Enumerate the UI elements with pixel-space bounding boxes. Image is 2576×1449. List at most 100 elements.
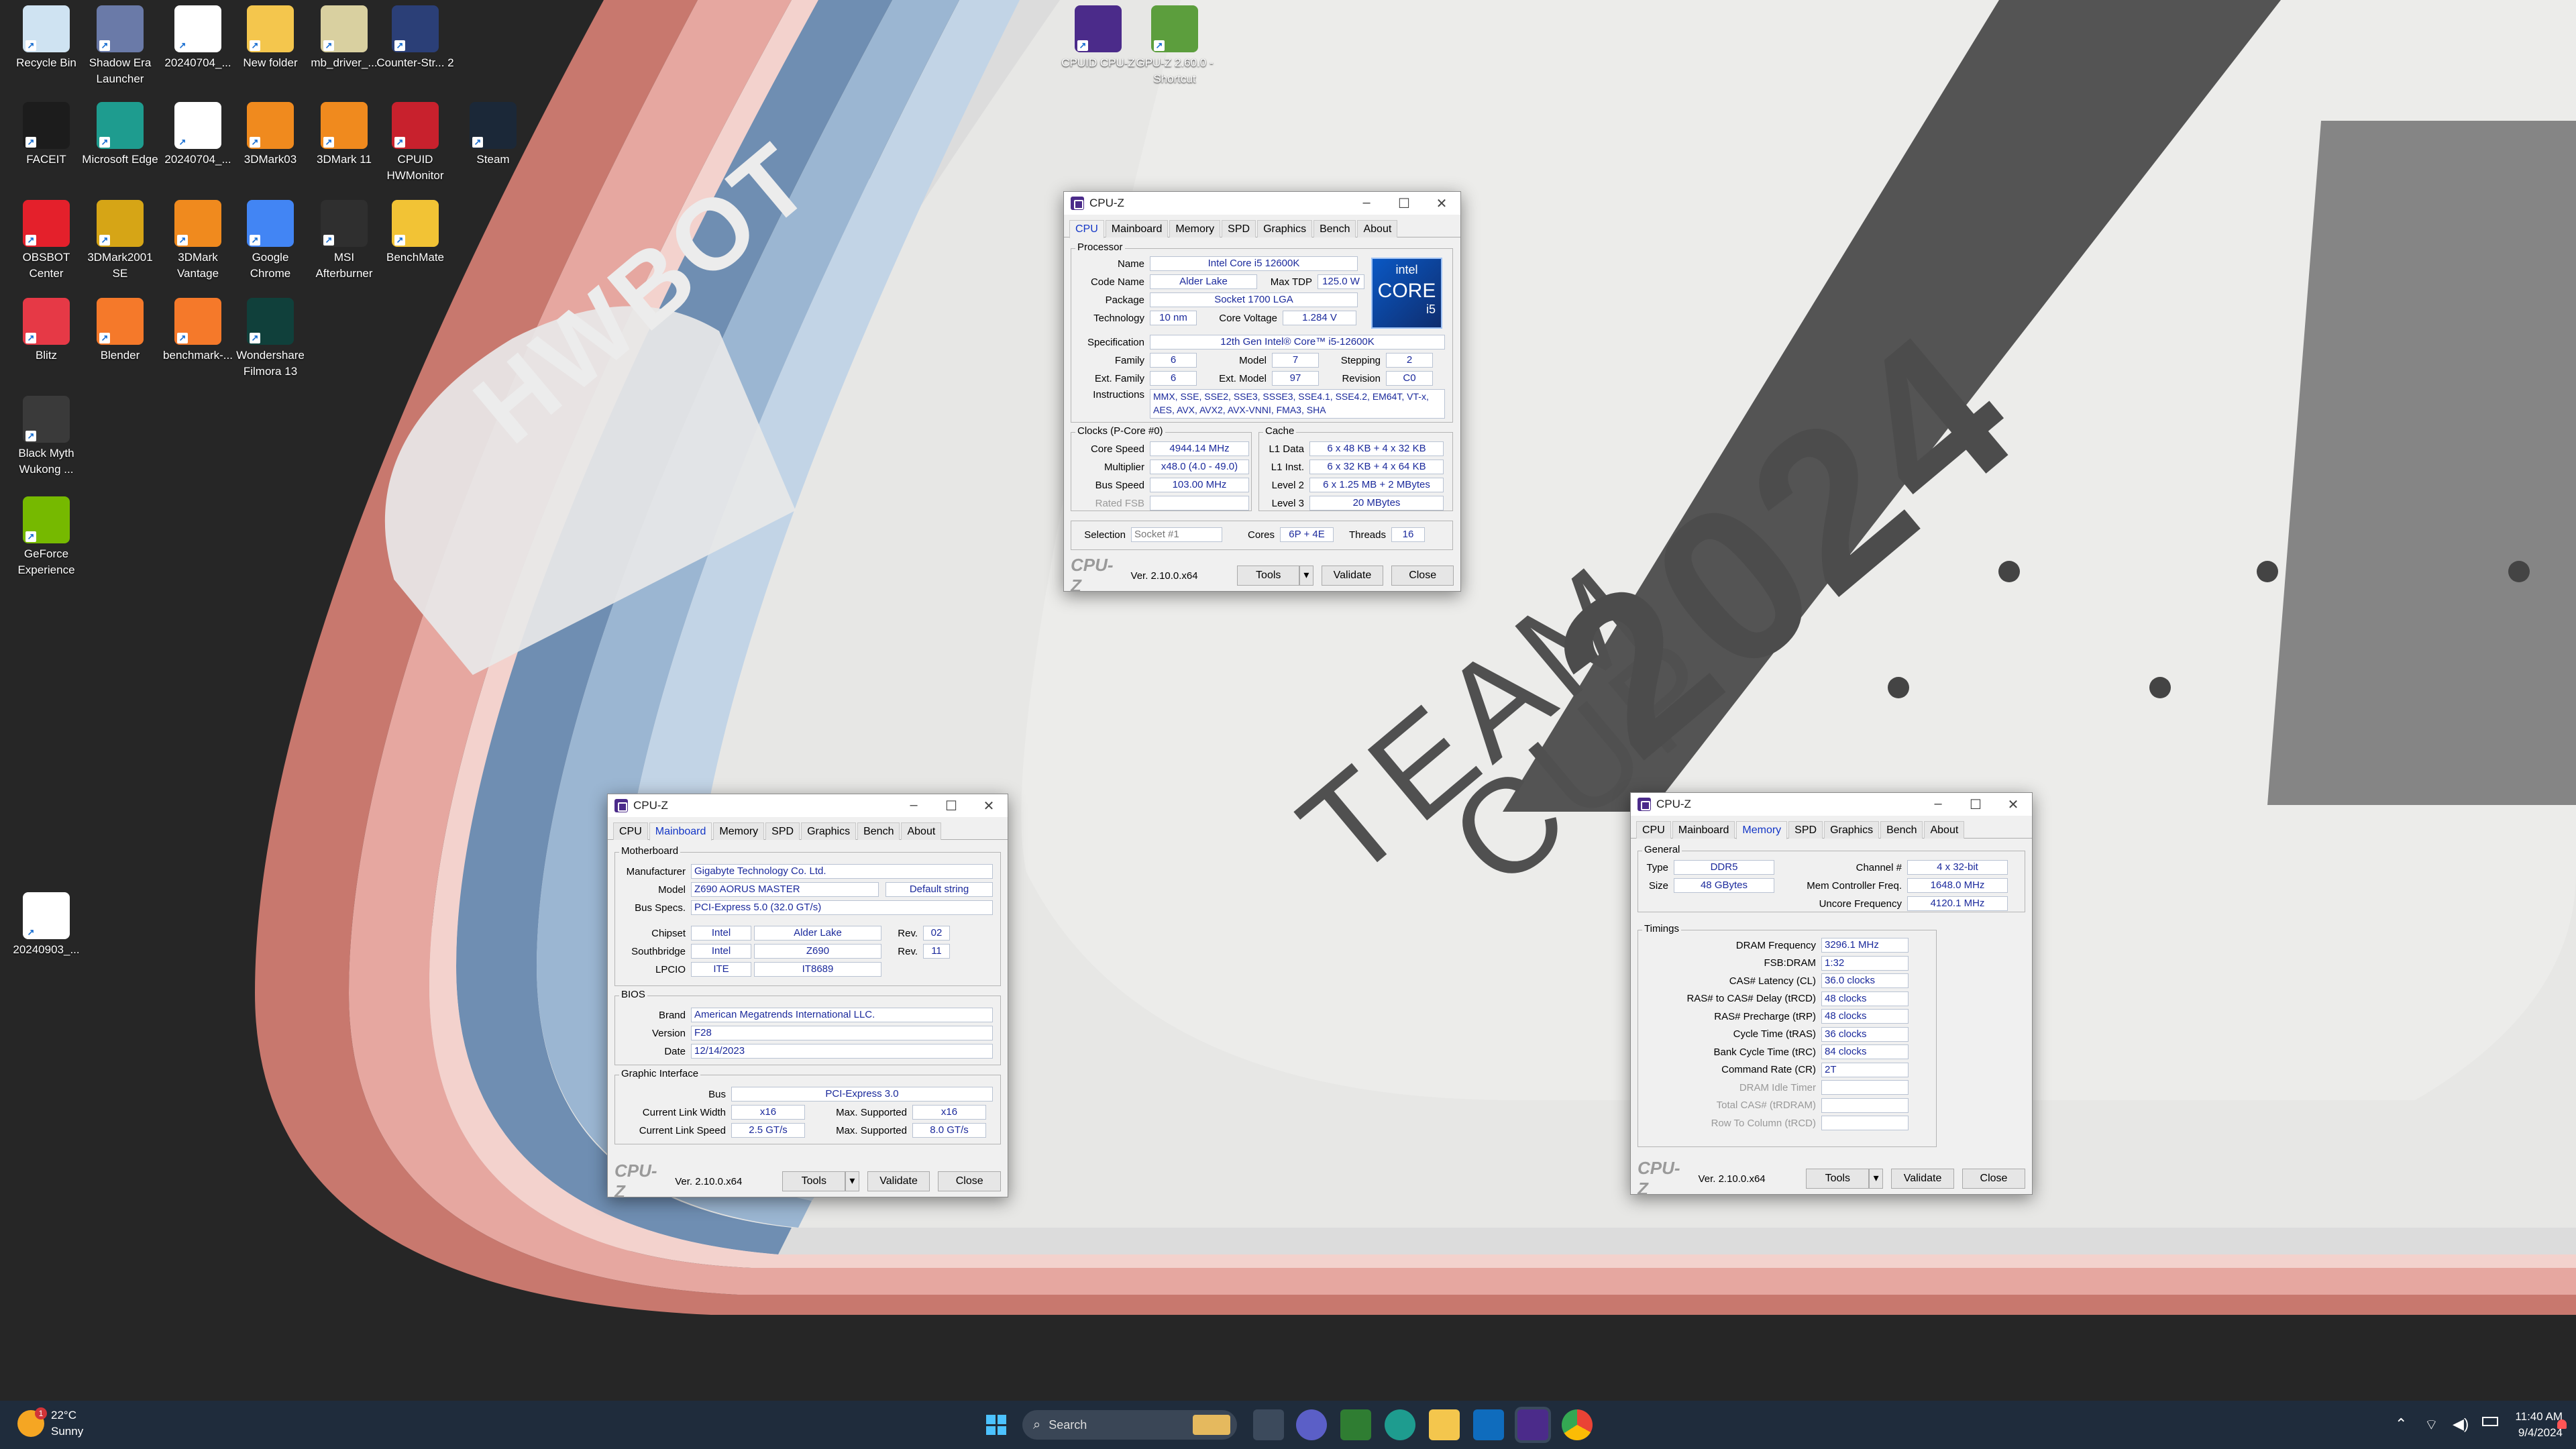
- tab-graphics[interactable]: Graphics: [1257, 220, 1313, 237]
- maximize-icon[interactable]: ☐: [1385, 195, 1423, 212]
- desktop-icon[interactable]: ↗ benchmark-...: [158, 298, 237, 364]
- window-title: CPU-Z: [1656, 798, 1691, 810]
- minimize-icon[interactable]: –: [895, 798, 932, 814]
- desktop-icon[interactable]: ↗ MSI Afterburner: [305, 200, 384, 282]
- tab-graphics[interactable]: Graphics: [1824, 821, 1880, 839]
- desktop-icon[interactable]: ↗ Shadow Era Launcher: [80, 5, 160, 87]
- title-bar[interactable]: CPU-Z – ☐ ✕: [1064, 192, 1460, 215]
- validate-button[interactable]: Validate: [1891, 1169, 1955, 1189]
- battery-icon[interactable]: [2482, 1417, 2498, 1426]
- close-icon[interactable]: ✕: [1994, 796, 2032, 813]
- volume-icon[interactable]: ◀): [2453, 1415, 2469, 1433]
- desktop-icon[interactable]: ↗ Google Chrome: [231, 200, 310, 282]
- tab-mainboard[interactable]: Mainboard: [1105, 220, 1169, 237]
- tools-button[interactable]: Tools: [1806, 1169, 1870, 1189]
- tab-graphics[interactable]: Graphics: [801, 822, 857, 840]
- title-bar[interactable]: CPU-Z – ☐ ✕: [1631, 793, 2032, 816]
- desktop-icon[interactable]: ↗ 20240704_...: [158, 5, 237, 71]
- search-box[interactable]: ⌕ Search: [1022, 1410, 1237, 1440]
- close-button[interactable]: Close: [1391, 566, 1454, 586]
- weather-widget[interactable]: 1 22°C Sunny: [17, 1407, 83, 1440]
- desktop-icon[interactable]: ↗ mb_driver_...: [305, 5, 384, 71]
- tab-mainboard[interactable]: Mainboard: [649, 822, 712, 841]
- close-button[interactable]: Close: [1962, 1169, 2025, 1189]
- tab-bench[interactable]: Bench: [1313, 220, 1356, 237]
- tab-about[interactable]: About: [1357, 220, 1398, 237]
- tab-memory[interactable]: Memory: [1736, 821, 1788, 839]
- desktop-icon[interactable]: ↗ 3DMark 11: [305, 102, 384, 168]
- edge-icon[interactable]: [1385, 1409, 1415, 1440]
- desktop-icon[interactable]: ↗ OBSBOT Center: [7, 200, 86, 282]
- desktop-icon[interactable]: ↗ 20240903_...: [7, 892, 86, 958]
- validate-button[interactable]: Validate: [1321, 566, 1384, 586]
- close-icon[interactable]: ✕: [970, 798, 1008, 814]
- model-value: 7: [1272, 353, 1319, 368]
- tools-button[interactable]: Tools: [1237, 566, 1300, 586]
- socket-select[interactable]: Socket #1: [1131, 527, 1222, 542]
- tab-spd[interactable]: SPD: [765, 822, 800, 840]
- tab-memory[interactable]: Memory: [713, 822, 765, 840]
- tab-memory[interactable]: Memory: [1169, 220, 1221, 237]
- close-icon[interactable]: ✕: [1423, 195, 1460, 212]
- level2-value: 6 x 1.25 MB + 2 MBytes: [1309, 478, 1444, 492]
- mem-controller-freq-label: Mem Controller Freq.: [1807, 879, 1902, 892]
- desktop-icon[interactable]: ↗ Blitz: [7, 298, 86, 364]
- cpuz-memory-window[interactable]: CPU-Z – ☐ ✕ CPU Mainboard Memory SPD Graphics Be…: [1630, 792, 2033, 1199]
- desktop-icon[interactable]: ↗ GPU-Z 2.60.0 - Shortcut: [1135, 5, 1214, 87]
- tools-dropdown-icon[interactable]: ▾: [1299, 566, 1313, 586]
- tab-spd[interactable]: SPD: [1788, 821, 1823, 839]
- task-view-icon[interactable]: [1253, 1409, 1284, 1440]
- cpuz-taskbar-icon[interactable]: [1517, 1409, 1548, 1440]
- tools-dropdown-icon[interactable]: ▾: [1869, 1169, 1884, 1189]
- tab-bench[interactable]: Bench: [857, 822, 900, 840]
- desktop-icon[interactable]: ↗ 3DMark2001 SE: [80, 200, 160, 282]
- desktop-icon[interactable]: ↗ CPUID HWMonitor: [376, 102, 455, 184]
- desktop-icon[interactable]: ↗ FACEIT: [7, 102, 86, 168]
- tab-bench[interactable]: Bench: [1880, 821, 1923, 839]
- tools-dropdown-icon[interactable]: ▾: [845, 1171, 859, 1191]
- maximize-icon[interactable]: ☐: [932, 798, 970, 814]
- tray-chevron-icon[interactable]: ⌃: [2395, 1415, 2407, 1433]
- file-explorer-icon[interactable]: [1429, 1409, 1460, 1440]
- minimize-icon[interactable]: –: [1348, 195, 1385, 212]
- desktop-icon[interactable]: ↗ Steam: [453, 102, 533, 168]
- cpuz-mainboard-window[interactable]: CPU-Z – ☐ ✕ CPU Mainboard Memory SPD Graphics Be…: [607, 794, 1008, 1201]
- cpuz-cpu-window[interactable]: CPU-Z – ☐ ✕ CPU Mainboard Memory SPD Graphics Be…: [1063, 191, 1461, 596]
- desktop-icon[interactable]: ↗ 3DMark03: [231, 102, 310, 168]
- tab-mainboard[interactable]: Mainboard: [1672, 821, 1735, 839]
- desktop-icon[interactable]: ↗ Microsoft Edge: [80, 102, 160, 168]
- desktop-icon[interactable]: ↗ Recycle Bin: [7, 5, 86, 71]
- desktop-icon[interactable]: ↗ New folder: [231, 5, 310, 71]
- title-bar[interactable]: CPU-Z – ☐ ✕: [608, 794, 1008, 817]
- desktop-icon[interactable]: ↗ GeForce Experience: [7, 496, 86, 578]
- maximize-icon[interactable]: ☐: [1957, 796, 1994, 813]
- minimize-icon[interactable]: –: [1919, 796, 1957, 813]
- tab-about[interactable]: About: [1924, 821, 1965, 839]
- tools-button[interactable]: Tools: [782, 1171, 846, 1191]
- desktop-icon[interactable]: ↗ Wondershare Filmora 13: [231, 298, 310, 380]
- clock[interactable]: 11:40 AM 9/4/2024: [2509, 1409, 2563, 1441]
- validate-button[interactable]: Validate: [867, 1171, 930, 1191]
- tab-cpu[interactable]: CPU: [1069, 220, 1104, 238]
- multiplier-label: Multiplier: [1104, 461, 1144, 473]
- xbox-icon[interactable]: [1340, 1409, 1371, 1440]
- close-button[interactable]: Close: [938, 1171, 1001, 1191]
- start-icon[interactable]: [981, 1409, 1012, 1440]
- wifi-icon[interactable]: ⌔: [2424, 1415, 2438, 1434]
- tab-about[interactable]: About: [901, 822, 942, 840]
- microsoft-store-icon[interactable]: [1473, 1409, 1504, 1440]
- desktop-icon[interactable]: ↗ CPUID CPU-Z: [1059, 5, 1138, 71]
- shortcut-arrow-icon: ↗: [250, 40, 260, 51]
- desktop-icon[interactable]: ↗ 3DMark Vantage: [158, 200, 237, 282]
- desktop-icon[interactable]: ↗ Black Myth Wukong ...: [7, 396, 86, 478]
- desktop-icon[interactable]: ↗ Blender: [80, 298, 160, 364]
- desktop-icon[interactable]: ↗ Counter-Str... 2: [376, 5, 455, 71]
- desktop-icon[interactable]: ↗ BenchMate: [376, 200, 455, 266]
- tab-spd[interactable]: SPD: [1222, 220, 1256, 237]
- desktop-icon[interactable]: ↗ 20240704_...: [158, 102, 237, 168]
- tab-cpu[interactable]: CPU: [613, 822, 648, 840]
- teams-icon[interactable]: [1296, 1409, 1327, 1440]
- notification-bell-icon[interactable]: [2557, 1419, 2567, 1429]
- chrome-icon[interactable]: [1562, 1409, 1593, 1440]
- tab-cpu[interactable]: CPU: [1636, 821, 1671, 839]
